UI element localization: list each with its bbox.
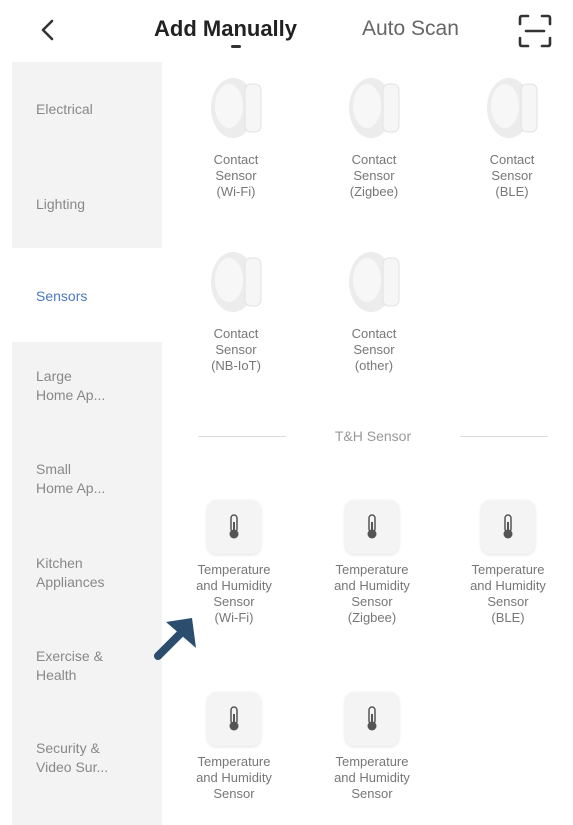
contact-sensor-icon (205, 246, 267, 318)
device-th-sensor-ble[interactable]: Temperature and Humidity Sensor (BLE) (438, 496, 573, 626)
device-contact-sensor-nb-iot[interactable]: Contact Sensor (NB-IoT) (166, 246, 306, 374)
sidebar-item-electrical[interactable]: Electrical (12, 100, 162, 119)
device-label: Contact Sensor (other) (351, 326, 397, 373)
device-label: Temperature and Humidity Sensor (196, 754, 272, 801)
chevron-left-icon (41, 19, 54, 41)
tab-auto-scan[interactable]: Auto Scan (362, 14, 459, 44)
device-th-sensor-wifi[interactable]: Temperature and Humidity Sensor (Wi-Fi) (164, 496, 304, 626)
sidebar-item-kitchen-appliances[interactable]: Kitchen Appliances (12, 554, 162, 592)
device-th-sensor-zigbee[interactable]: Temperature and Humidity Sensor (Zigbee) (302, 496, 442, 626)
device-label: Contact Sensor (Wi-Fi) (213, 152, 259, 199)
sidebar-item-large-home-appliances[interactable]: Large Home Ap... (12, 367, 162, 405)
device-label: Contact Sensor (NB-IoT) (211, 326, 261, 373)
sidebar-item-sensors[interactable]: Sensors (12, 287, 162, 306)
tab-add-manually[interactable]: Add Manually (154, 14, 297, 44)
device-contact-sensor-ble[interactable]: Contact Sensor (BLE) (442, 72, 573, 200)
back-button[interactable] (28, 10, 68, 50)
divider-line (460, 436, 548, 437)
contact-sensor-icon (343, 72, 405, 144)
sidebar-item-security-video[interactable]: Security & Video Sur... (12, 739, 162, 777)
sidebar-item-lighting[interactable]: Lighting (12, 195, 162, 214)
device-contact-sensor-other[interactable]: Contact Sensor (other) (304, 246, 444, 374)
device-label: Contact Sensor (Zigbee) (349, 152, 399, 199)
thermometer-icon (345, 692, 399, 746)
category-sidebar: Electrical Lighting Sensors Large Home A… (12, 62, 162, 825)
device-label: Temperature and Humidity Sensor (BLE) (470, 562, 546, 625)
sidebar-background (12, 62, 162, 248)
thermometer-icon (481, 500, 535, 554)
top-bar: Add Manually Auto Scan (0, 0, 573, 62)
device-th-sensor[interactable]: Temperature and Humidity Sensor (164, 688, 304, 802)
thermometer-icon (207, 500, 261, 554)
device-grid: Contact Sensor (Wi-Fi) Contact Sensor (Z… (162, 62, 573, 825)
device-th-sensor[interactable]: Temperature and Humidity Sensor (302, 688, 442, 802)
scan-icon (518, 14, 552, 48)
device-contact-sensor-zigbee[interactable]: Contact Sensor (Zigbee) (304, 72, 444, 200)
active-tab-indicator (231, 45, 241, 48)
device-label: Temperature and Humidity Sensor (334, 754, 410, 801)
section-title-th-sensor: T&H Sensor (198, 426, 548, 446)
contact-sensor-icon (205, 72, 267, 144)
scan-button[interactable] (516, 12, 554, 50)
contact-sensor-icon (343, 246, 405, 318)
device-label: Temperature and Humidity Sensor (Zigbee) (334, 562, 410, 625)
device-label: Contact Sensor (BLE) (489, 152, 535, 199)
contact-sensor-icon (481, 72, 543, 144)
pointer-arrow-icon (154, 618, 196, 660)
sidebar-item-exercise-health[interactable]: Exercise & Health (12, 647, 162, 685)
device-contact-sensor-wifi[interactable]: Contact Sensor (Wi-Fi) (166, 72, 306, 200)
thermometer-icon (345, 500, 399, 554)
sidebar-item-small-home-appliances[interactable]: Small Home Ap... (12, 460, 162, 498)
thermometer-icon (207, 692, 261, 746)
